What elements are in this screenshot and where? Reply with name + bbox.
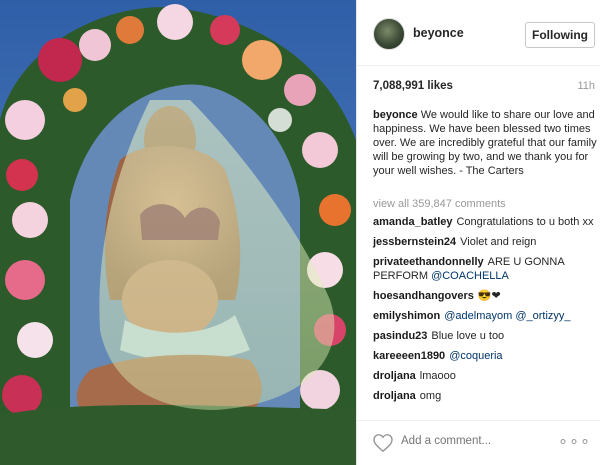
- comment-username[interactable]: emilyshimon: [373, 310, 440, 322]
- username[interactable]: beyonce: [413, 26, 464, 40]
- comment-item: privateethandonnelly ARE U GONNA PERFORM …: [373, 255, 597, 283]
- comment-username[interactable]: amanda_batley: [373, 216, 452, 228]
- avatar[interactable]: [373, 18, 405, 50]
- comment-text: Blue love u too: [431, 330, 505, 342]
- comment-item: hoesandhangovers 😎❤: [373, 289, 597, 303]
- comment-item: jessbernstein24 Violet and reign: [373, 235, 597, 249]
- comment-username[interactable]: droljana: [373, 390, 416, 402]
- comment-text: lmaooo: [419, 370, 456, 382]
- heart-icon[interactable]: [373, 434, 393, 452]
- post-photo[interactable]: [0, 0, 356, 465]
- comments-list: amanda_batley Congratulations to u both x…: [373, 215, 597, 409]
- post-header: beyonce Following: [357, 0, 600, 66]
- comment-item: droljana lmaooo: [373, 369, 597, 383]
- comment-item: amanda_batley Congratulations to u both x…: [373, 215, 597, 229]
- comment-item: droljana omg: [373, 389, 597, 403]
- comment-item: kareeeen1890 @coqueria: [373, 349, 597, 363]
- comment-text: Congratulations to u both xx: [456, 216, 594, 228]
- comment-username[interactable]: pasindu23: [373, 330, 427, 342]
- comment-text: 😎❤: [477, 290, 501, 302]
- comment-mention[interactable]: @COACHELLA: [431, 270, 509, 282]
- comment-text: Violet and reign: [460, 236, 537, 248]
- comment-username[interactable]: hoesandhangovers: [373, 290, 474, 302]
- following-button[interactable]: Following: [525, 22, 595, 48]
- comment-username[interactable]: kareeeen1890: [373, 350, 445, 362]
- post-age[interactable]: 11h: [577, 80, 595, 92]
- caption-username[interactable]: beyonce: [373, 109, 418, 121]
- likes-count[interactable]: 7,088,991 likes: [373, 80, 453, 92]
- comment-username[interactable]: privateethandonnelly: [373, 256, 484, 268]
- add-comment-input[interactable]: [401, 435, 551, 447]
- caption: beyonce We would like to share our love …: [373, 108, 597, 178]
- comment-footer: ∘∘∘: [357, 420, 600, 465]
- comment-username[interactable]: droljana: [373, 370, 416, 382]
- post-side-panel: beyonce Following 7,088,991 likes 11h be…: [356, 0, 600, 465]
- likes-row: 7,088,991 likes 11h: [373, 80, 595, 98]
- comment-item: pasindu23 Blue love u too: [373, 329, 597, 343]
- more-options-icon[interactable]: ∘∘∘: [558, 431, 591, 451]
- comment-username[interactable]: jessbernstein24: [373, 236, 456, 248]
- comment-mention[interactable]: @coqueria: [449, 350, 502, 362]
- post-image: [0, 0, 356, 465]
- comment-item: emilyshimon @adelmayom @_ortizyy_: [373, 309, 597, 323]
- comment-mention[interactable]: @adelmayom @_ortizyy_: [444, 310, 570, 322]
- view-all-comments-link[interactable]: view all 359,847 comments: [373, 198, 506, 210]
- comment-text: omg: [419, 390, 442, 402]
